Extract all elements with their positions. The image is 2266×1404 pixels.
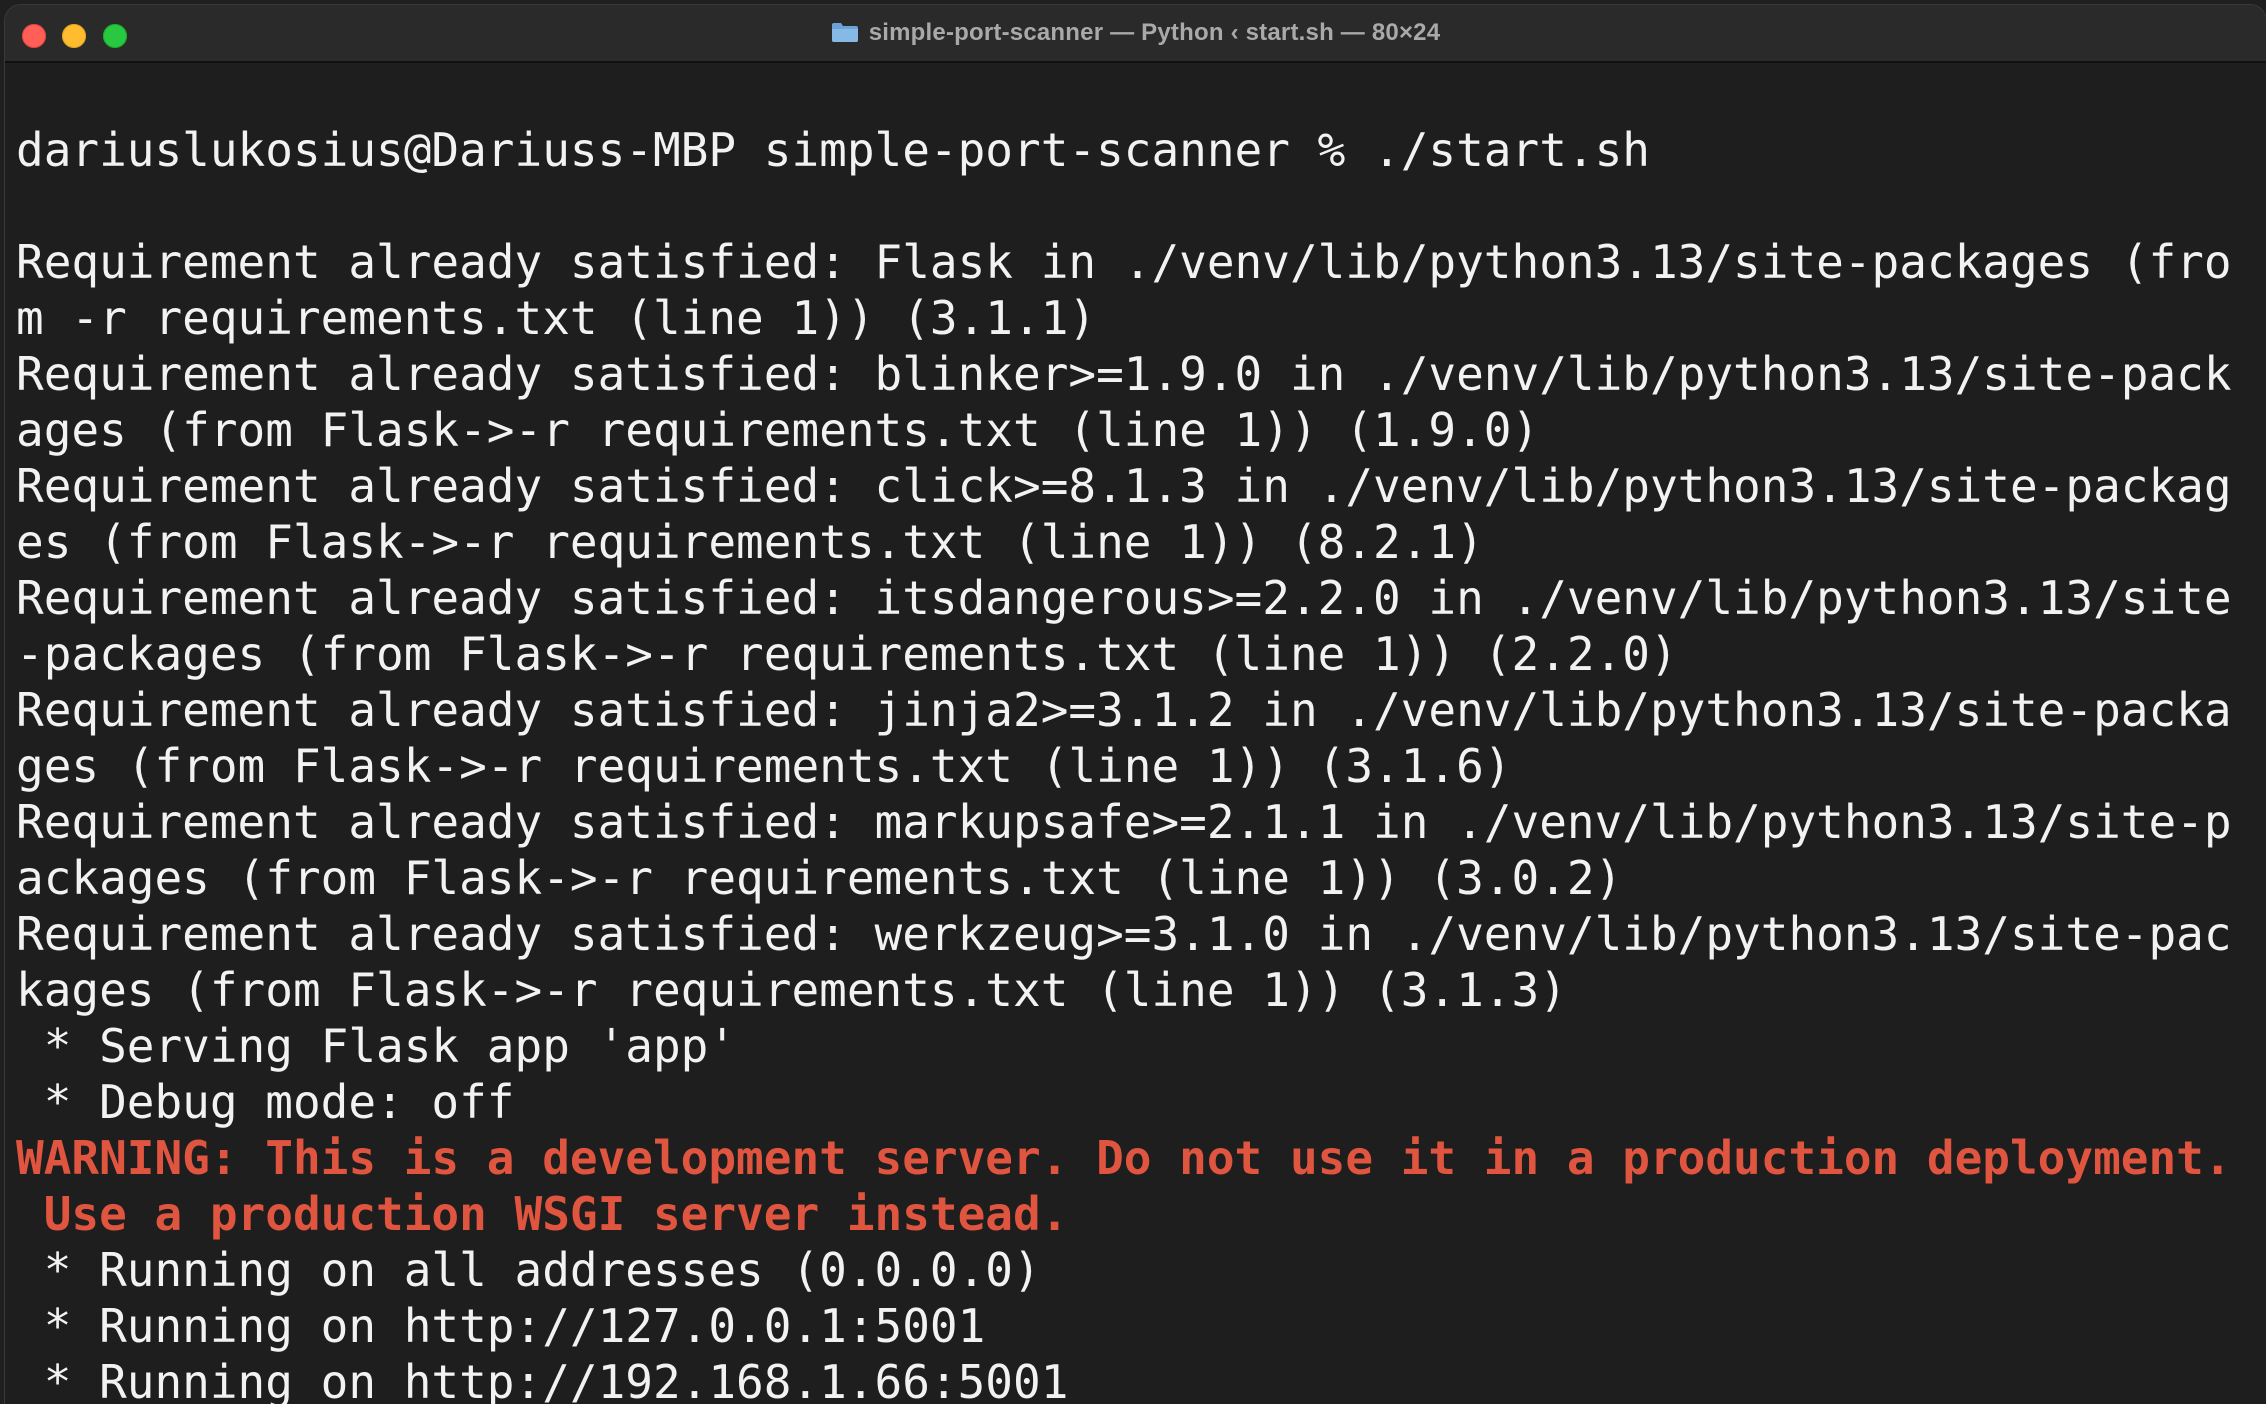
warning-line: WARNING: This is a development server. D… [16, 1131, 2232, 1185]
output-line: Requirement already satisfied: markupsaf… [16, 795, 2232, 849]
window-title: simple-port-scanner — Python ‹ start.sh … [5, 5, 2266, 61]
server-address-line: * Running on http://192.168.1.66:5001 [16, 1355, 1069, 1404]
output-line: Requirement already satisfied: Flask in … [16, 235, 2232, 289]
output-line: Requirement already satisfied: itsdanger… [16, 571, 2232, 625]
output-line: Requirement already satisfied: click>=8.… [16, 459, 2232, 513]
output-line: ages (from Flask->-r requirements.txt (l… [16, 403, 1540, 457]
folder-icon [831, 23, 858, 42]
output-line: ackages (from Flask->-r requirements.txt… [16, 851, 1623, 905]
output-line: es (from Flask->-r requirements.txt (lin… [16, 515, 1484, 569]
output-line: Requirement already satisfied: jinja2>=3… [16, 683, 2232, 737]
output-line: * Debug mode: off [16, 1075, 515, 1129]
output-line: ges (from Flask->-r requirements.txt (li… [16, 739, 1512, 793]
server-address-line: * Running on http://127.0.0.1:5001 [16, 1299, 986, 1353]
output-line: Requirement already satisfied: werkzeug>… [16, 907, 2232, 961]
output-line: m -r requirements.txt (line 1)) (3.1.1) [16, 291, 1097, 345]
output-line: -packages (from Flask->-r requirements.t… [16, 627, 1678, 681]
output-line: * Serving Flask app 'app' [16, 1019, 737, 1073]
terminal-output[interactable]: dariuslukosius@Dariuss-MBP simple-port-s… [16, 122, 2256, 1404]
output-line: kages (from Flask->-r requirements.txt (… [16, 963, 1567, 1017]
prompt-line: dariuslukosius@Dariuss-MBP simple-port-s… [16, 123, 1650, 177]
output-line: Requirement already satisfied: blinker>=… [16, 347, 2232, 401]
title-bar[interactable]: simple-port-scanner — Python ‹ start.sh … [5, 5, 2266, 63]
server-address-line: * Running on all addresses (0.0.0.0) [16, 1243, 1041, 1297]
window-title-text: simple-port-scanner — Python ‹ start.sh … [868, 19, 1441, 46]
terminal-window: simple-port-scanner — Python ‹ start.sh … [5, 5, 2266, 1404]
warning-line: Use a production WSGI server instead. [16, 1187, 1069, 1241]
